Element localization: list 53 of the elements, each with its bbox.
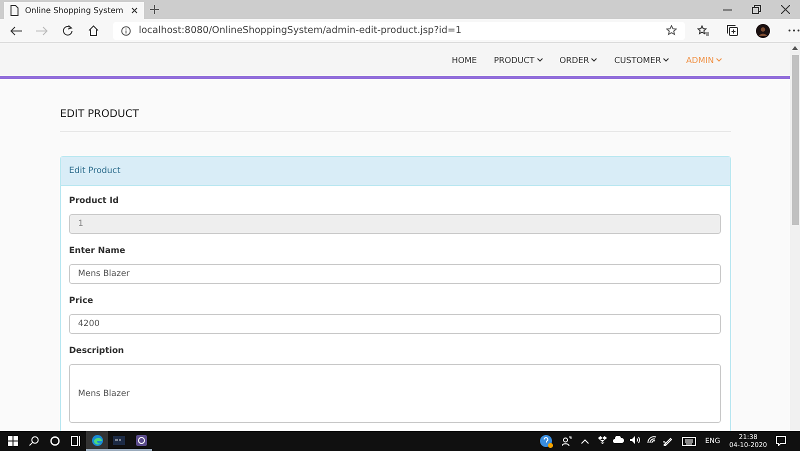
more-icon[interactable] (788, 29, 800, 32)
terminal-icon[interactable] (113, 436, 125, 445)
up-arrow-icon[interactable] (792, 46, 798, 50)
dropbox-icon[interactable] (598, 436, 608, 444)
star-icon[interactable] (666, 25, 677, 36)
collections-icon[interactable] (727, 25, 738, 36)
task-view-icon[interactable] (70, 436, 80, 446)
wifi-icon[interactable] (647, 436, 658, 444)
app-icon[interactable] (136, 434, 146, 446)
close-icon[interactable] (131, 7, 138, 14)
close-icon[interactable] (781, 5, 790, 14)
textarea-field[interactable]: Mens Blazer (69, 364, 721, 423)
home-icon[interactable] (88, 25, 100, 36)
search-icon[interactable] (28, 436, 38, 446)
info-icon (120, 26, 131, 36)
caret-icon (716, 58, 722, 62)
cloud-icon[interactable] (613, 436, 624, 444)
scroll-thumb[interactable] (792, 55, 798, 225)
people-icon[interactable] (562, 436, 572, 446)
caret-icon (591, 58, 598, 62)
panel-title: Edit Product (61, 157, 730, 186)
favorites-icon[interactable] (697, 25, 709, 36)
nav-link[interactable]: ORDER (560, 54, 598, 64)
back-icon[interactable] (10, 26, 22, 36)
field-label: Description (69, 346, 125, 356)
field-label: Product Id (69, 196, 120, 206)
page-icon (10, 5, 19, 16)
help-icon[interactable] (540, 434, 554, 448)
browser-icon[interactable] (92, 434, 102, 446)
windows-icon[interactable] (8, 436, 18, 446)
input-field[interactable]: 4200 (69, 314, 721, 334)
keyboard-icon[interactable] (682, 436, 696, 446)
notification-icon[interactable] (776, 436, 786, 446)
nav-link[interactable]: CUSTOMER (614, 54, 670, 64)
address-bar[interactable]: localhost:8080/OnlineShoppingSystem/admin-edit-product.jsp?id=1 (112, 22, 685, 40)
scrollbar[interactable] (790, 43, 800, 432)
restore-icon[interactable] (752, 5, 761, 14)
nav-link[interactable]: PRODUCT (494, 54, 542, 64)
avatar-icon[interactable] (756, 24, 770, 38)
plus-icon[interactable] (150, 5, 159, 14)
caret-icon (536, 58, 542, 62)
page-heading: EDIT PRODUCT (60, 108, 731, 132)
refresh-icon[interactable] (62, 25, 74, 36)
caret-icon (663, 58, 670, 62)
circle-icon[interactable] (50, 436, 60, 446)
browser-tab[interactable]: Online Shopping System (4, 2, 144, 19)
pen-icon[interactable] (663, 436, 674, 446)
chevron-up-icon[interactable] (581, 438, 590, 444)
nav-link[interactable]: HOME (452, 54, 477, 64)
field-label: Price (69, 296, 94, 306)
field-label: Enter Name (69, 246, 126, 256)
volume-icon[interactable] (630, 436, 642, 444)
input-field[interactable]: Mens Blazer (69, 264, 721, 284)
